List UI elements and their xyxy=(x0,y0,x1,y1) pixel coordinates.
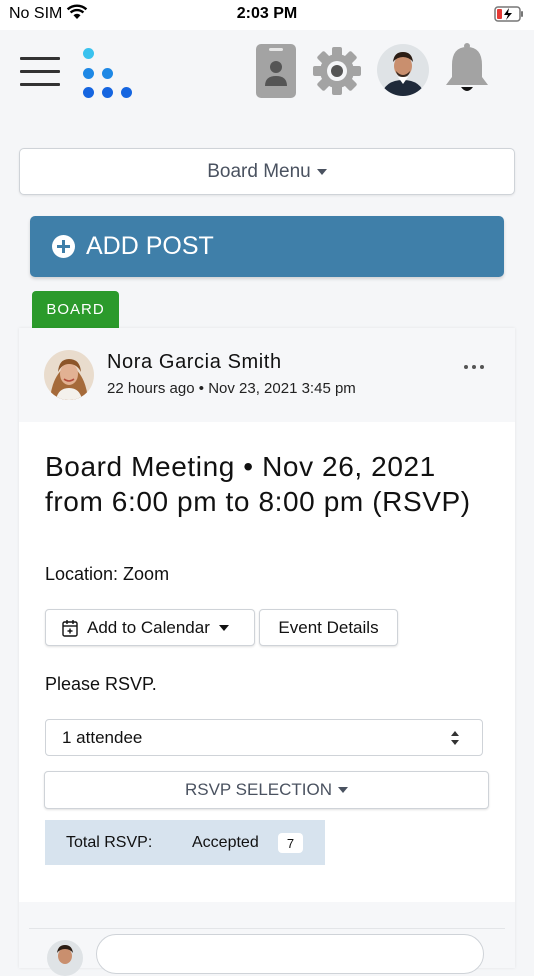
author-avatar[interactable] xyxy=(44,350,94,400)
chevron-down-icon xyxy=(338,787,349,793)
more-options-icon[interactable] xyxy=(464,360,484,374)
accepted-count-badge: 7 xyxy=(278,833,303,853)
total-rsvp-label: Total RSVP: xyxy=(66,834,153,851)
add-to-calendar-label: Add to Calendar xyxy=(87,617,210,637)
add-post-label: ADD POST xyxy=(86,232,214,260)
menu-icon[interactable] xyxy=(20,57,60,87)
event-location: Location: Zoom xyxy=(45,564,170,584)
comment-input[interactable] xyxy=(96,934,484,974)
plus-circle-icon xyxy=(52,235,75,258)
rsvp-prompt: Please RSVP. xyxy=(45,674,157,694)
app-logo[interactable] xyxy=(80,46,136,102)
comment-area xyxy=(19,902,515,976)
gear-icon[interactable] xyxy=(312,46,362,101)
post-meta: 22 hours ago • Nov 23, 2021 3:45 pm xyxy=(107,380,356,397)
clock: 2:03 PM xyxy=(236,5,298,22)
post-timestamp: Nov 23, 2021 3:45 pm xyxy=(208,380,356,397)
board-menu-dropdown[interactable]: Board Menu xyxy=(19,148,515,195)
category-badge[interactable]: BOARD xyxy=(32,291,119,328)
add-post-button[interactable]: ADD POST xyxy=(30,216,504,277)
top-navigation xyxy=(0,30,534,116)
status-bar: No SIM 2:03 PM xyxy=(0,0,534,30)
accepted-label: Accepted xyxy=(192,834,259,851)
bell-icon[interactable] xyxy=(444,43,490,100)
post-header: Nora Garcia Smith 22 hours ago • Nov 23,… xyxy=(19,328,515,422)
event-details-button[interactable]: Event Details xyxy=(259,609,398,646)
rsvp-selection-dropdown[interactable]: RSVP SELECTION xyxy=(44,771,489,809)
user-avatar[interactable] xyxy=(377,44,429,101)
meta-separator: • xyxy=(198,380,205,397)
author-name[interactable]: Nora Garcia Smith xyxy=(107,351,282,374)
attendee-count-select[interactable]: 1 attendee xyxy=(45,719,483,756)
battery-icon xyxy=(494,6,524,27)
rsvp-selection-label: RSVP SELECTION xyxy=(184,780,333,799)
board-menu-label: Board Menu xyxy=(207,160,311,182)
relative-time: 22 hours ago xyxy=(107,380,195,397)
post-card: Nora Garcia Smith 22 hours ago • Nov 23,… xyxy=(19,328,515,976)
commenter-avatar xyxy=(47,940,83,976)
id-badge-icon[interactable] xyxy=(256,44,296,103)
select-updown-icon xyxy=(450,730,460,746)
calendar-plus-icon xyxy=(62,619,78,637)
attendee-select-value: 1 attendee xyxy=(62,727,143,747)
add-to-calendar-button[interactable]: Add to Calendar xyxy=(45,609,255,646)
divider xyxy=(29,928,505,929)
chevron-down-icon xyxy=(218,624,229,631)
chevron-down-icon xyxy=(316,168,327,175)
rsvp-summary: Total RSVP: Accepted 7 xyxy=(45,820,325,865)
event-title: Board Meeting • Nov 26, 2021 from 6:00 p… xyxy=(45,451,471,517)
